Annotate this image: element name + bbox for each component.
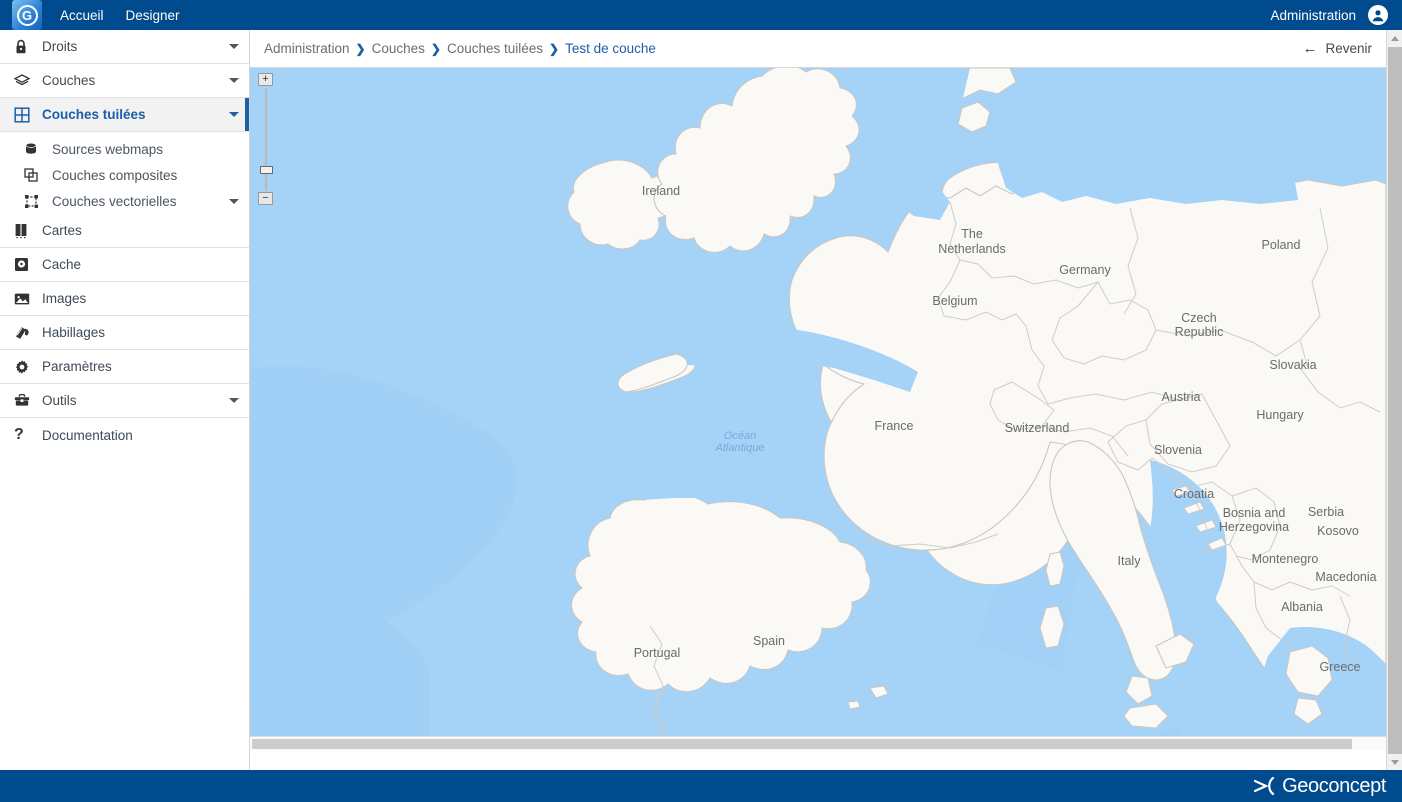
map-canvas [250,68,1386,738]
sidebar-item-label: Couches tuilées [42,107,146,122]
question-mark-icon: ? [14,426,24,443]
breadcrumb-item-couches-tuilees[interactable]: Couches tuilées [447,41,543,56]
sidebar-item-label: Outils [42,393,77,408]
sidebar-item-label: Sources webmaps [52,141,164,157]
styles-icon [14,324,36,342]
toolbox-icon [14,392,36,410]
sidebar-item-label: Couches composites [52,167,178,183]
chevron-down-icon[interactable] [229,44,239,49]
sidebar-item-outils[interactable]: Outils [0,384,249,418]
sidebar-item-cache[interactable]: Cache [0,248,249,282]
top-nav-links: Accueil Designer [60,8,180,23]
map-zoom-control[interactable]: + − [258,73,275,205]
nav-accueil[interactable]: Accueil [60,8,104,23]
sidebar-item-couches-tuilees[interactable]: Couches tuilées [0,98,249,132]
zoom-slider-handle[interactable] [260,166,273,174]
chevron-down-icon[interactable] [229,398,239,403]
chevron-down-icon[interactable] [229,112,239,117]
copy-layers-icon [24,166,46,184]
zoom-out-button[interactable]: − [258,192,273,205]
sidebar-item-couches[interactable]: Couches [0,64,249,98]
zoom-in-button[interactable]: + [258,73,273,86]
breadcrumb: Administration ❯ Couches ❯ Couches tuilé… [264,41,656,56]
breadcrumb-separator-icon: ❯ [549,41,560,56]
logo-letter: G [16,4,38,26]
zoom-slider-track[interactable] [265,88,267,191]
breadcrumb-separator-icon: ❯ [430,41,441,56]
sidebar-item-label: Documentation [42,427,133,443]
database-icon [24,140,46,158]
map-hscroll-thumb[interactable] [252,739,1352,749]
map-book-icon [14,222,36,240]
sidebar-item-droits[interactable]: Droits [0,30,249,64]
top-right-area: Administration [1270,5,1388,25]
sidebar-item-label: Habillages [42,325,106,340]
sidebar-item-images[interactable]: Images [0,282,249,316]
footer-brand-text: Geoconcept [1282,774,1386,797]
arrow-left-icon: ← [1302,40,1318,57]
picture-icon [14,290,36,308]
hard-disk-icon [14,256,36,274]
triangle-down-icon [1391,759,1399,765]
breadcrumb-bar: Administration ❯ Couches ❯ Couches tuilé… [250,30,1386,68]
sidebar-item-couches-composites[interactable]: Couches composites [0,162,249,188]
layers-icon [14,72,36,90]
vertical-scroll-thumb[interactable] [1388,47,1402,765]
sidebar-item-label: Droits [42,39,78,54]
sidebar-item-label: Images [42,291,87,306]
sidebar-navigation: Droits Couches Couches tuilées Sources w… [0,30,250,770]
sidebar-item-sources-webmaps[interactable]: Sources webmaps [0,136,249,162]
breadcrumb-item-administration[interactable]: Administration [264,41,350,56]
user-account-icon[interactable] [1368,5,1388,25]
sidebar-item-label: Cache [42,257,82,272]
sidebar-item-couches-vectorielles[interactable]: Couches vectorielles [0,188,249,214]
breadcrumb-item-couches[interactable]: Couches [372,41,425,56]
grid-tiles-icon [14,106,36,124]
vector-nodes-icon [24,192,46,210]
chevron-down-icon[interactable] [229,198,239,204]
sidebar-item-label: Couches [42,73,96,88]
nav-designer[interactable]: Designer [126,8,180,23]
geoconcept-arrow-icon [1253,776,1279,796]
back-button[interactable]: ← Revenir [1302,41,1372,56]
main-content: Administration ❯ Couches ❯ Couches tuilé… [250,30,1402,770]
lock-icon [14,38,36,56]
scroll-down-button[interactable] [1387,754,1402,770]
sidebar-item-label: Paramètres [42,359,112,374]
map-horizontal-scrollbar[interactable] [250,736,1386,750]
breadcrumb-separator-icon: ❯ [355,41,366,56]
scroll-up-button[interactable] [1387,30,1402,46]
triangle-up-icon [1391,35,1399,41]
back-button-label: Revenir [1325,41,1372,56]
sidebar-item-cartes[interactable]: Cartes [0,214,249,248]
sidebar-item-documentation[interactable]: ? Documentation [0,418,249,452]
administration-label[interactable]: Administration [1270,8,1356,23]
geoconcept-logo-icon[interactable]: G [12,0,42,30]
sidebar-item-label: Couches vectorielles [52,193,177,209]
footer-brand: Geoconcept [1253,775,1386,798]
sidebar-item-parametres[interactable]: Paramètres [0,350,249,384]
chevron-down-icon[interactable] [229,78,239,83]
gear-icon [14,358,36,376]
breadcrumb-item-test-de-couche: Test de couche [565,41,656,56]
sidebar-item-label: Cartes [42,223,82,238]
application-window: G Accueil Designer Administration Droits [0,0,1402,802]
map-viewport[interactable]: Ireland The Netherlands Belgium Germany … [250,68,1386,750]
footer-bar: Geoconcept [0,770,1402,802]
top-navigation-bar: G Accueil Designer Administration [0,0,1402,30]
page-vertical-scrollbar[interactable] [1386,30,1402,770]
sidebar-item-habillages[interactable]: Habillages [0,316,249,350]
